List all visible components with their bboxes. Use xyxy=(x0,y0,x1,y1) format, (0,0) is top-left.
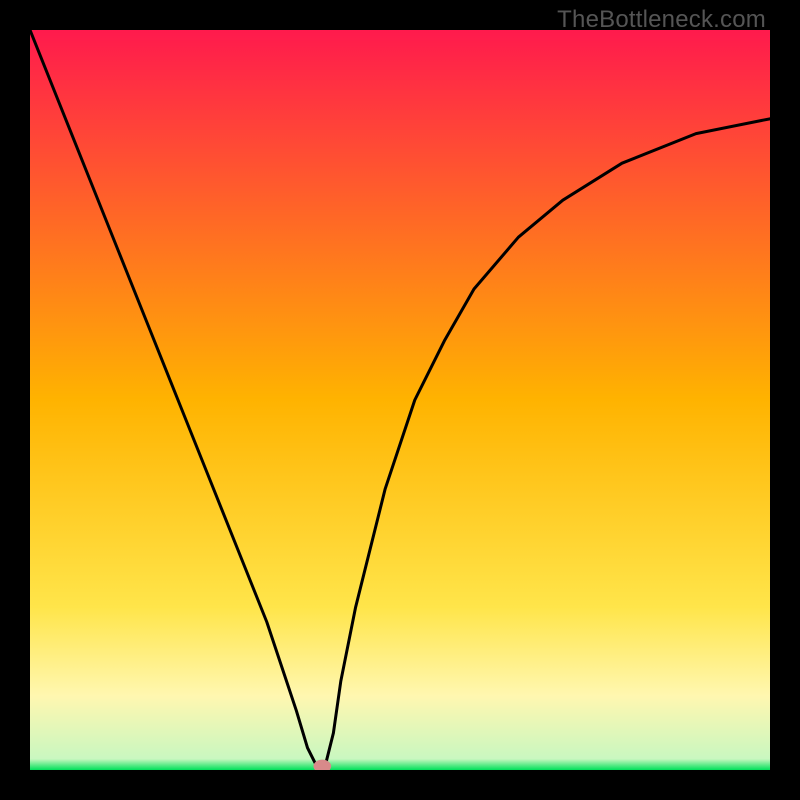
gradient-background xyxy=(30,30,770,770)
plot-area xyxy=(30,30,770,770)
chart-svg xyxy=(30,30,770,770)
chart-frame: TheBottleneck.com xyxy=(0,0,800,800)
